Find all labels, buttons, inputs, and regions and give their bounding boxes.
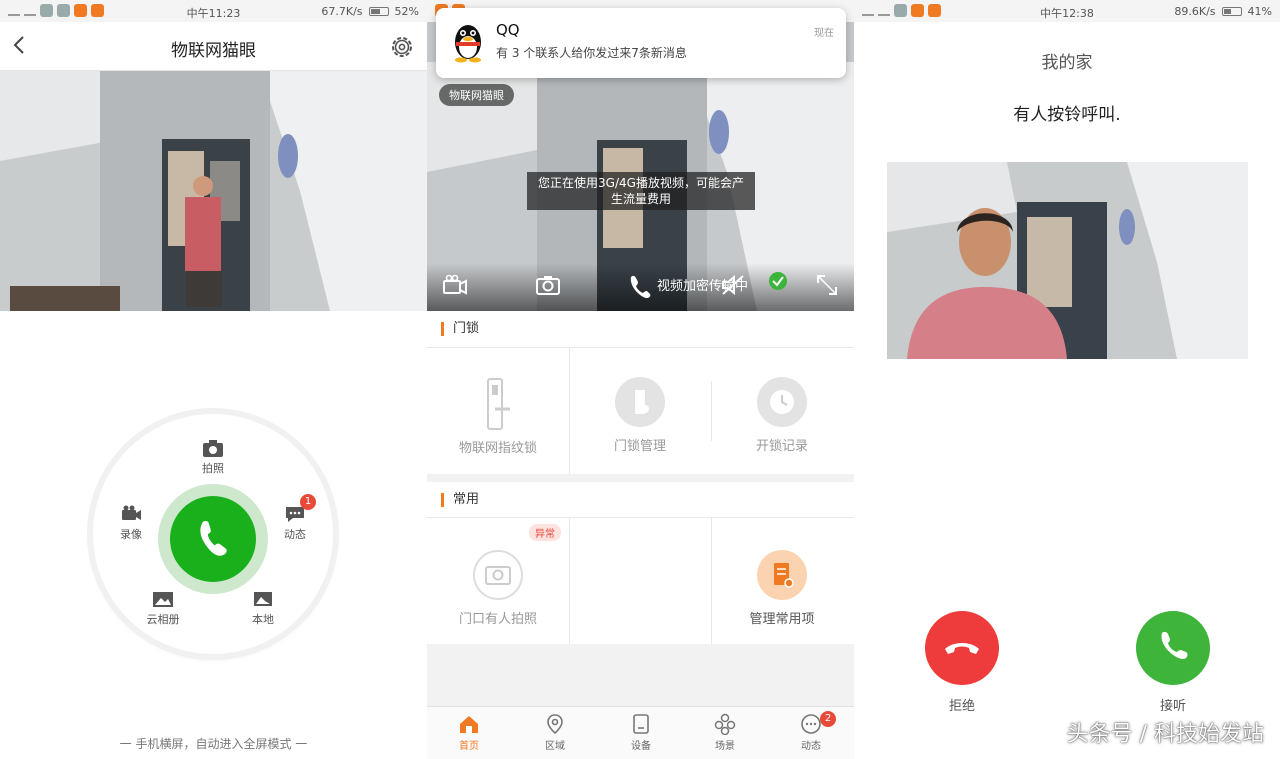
camera-icon — [473, 550, 523, 600]
doorway-photo-item[interactable]: 门口有人拍照 — [427, 550, 569, 627]
video-camera-icon[interactable] — [441, 273, 469, 297]
video-feed[interactable] — [0, 71, 427, 311]
battery-icon — [368, 7, 389, 16]
hang-up-icon — [945, 643, 979, 654]
notification-app: QQ — [496, 21, 520, 39]
tab-device[interactable]: 设备 — [611, 713, 671, 752]
activity-badge: 1 — [300, 494, 316, 510]
common-section: 常用 异常 门口有人拍照 管理常用项 — [427, 482, 854, 644]
local-button[interactable]: 本地 — [233, 589, 293, 627]
home-icon — [460, 716, 478, 733]
gear-icon[interactable] — [389, 34, 415, 60]
decline-button[interactable] — [925, 611, 999, 685]
battery-icon — [1221, 7, 1242, 16]
scene-icon — [714, 713, 736, 735]
device-icon — [633, 714, 649, 734]
door-lock-icon — [487, 378, 510, 430]
status-bar: 中午11:23 67.7K/s 52% — [0, 0, 427, 22]
status-time: 中午12:38 — [1040, 7, 1094, 20]
lock-manage-icon — [615, 377, 665, 427]
video-controls: 视频加密传输中 — [427, 263, 854, 311]
image-icon — [153, 592, 173, 607]
phone-icon[interactable] — [625, 273, 653, 299]
status-time: 中午11:23 — [186, 7, 241, 20]
record-button[interactable]: 录像 — [101, 504, 161, 542]
qq-notification[interactable]: QQ 有 3 个联系人给你发过来7条新消息 现在 — [436, 8, 846, 78]
decline-label: 拒绝 — [948, 699, 975, 714]
status-battery: 52% — [394, 5, 419, 18]
check-icon — [769, 272, 787, 290]
section-title-common: 常用 — [441, 493, 479, 507]
landscape-hint: 一 手机横屏，自动进入全屏模式 一 — [119, 737, 308, 751]
data-usage-warning: 您正在使用3G/4G播放视频，可能会产生流量费用 — [527, 172, 755, 210]
manage-common-item[interactable]: 管理常用项 — [711, 550, 853, 627]
activity-tab-badge: 2 — [820, 711, 836, 727]
caller-video — [887, 162, 1248, 359]
clock-icon — [757, 377, 807, 427]
location-icon — [547, 714, 563, 735]
notification-message: 有 3 个联系人给你发过来7条新消息 — [496, 46, 687, 60]
phone-icon — [1161, 631, 1188, 659]
answer-button[interactable] — [1136, 611, 1210, 685]
activity-button[interactable]: 动态 — [265, 504, 325, 542]
home-name: 我的家 — [1041, 53, 1093, 73]
photo-button[interactable]: 拍照 — [183, 438, 243, 476]
call-button[interactable] — [170, 496, 256, 582]
bottom-tab-bar: 首页 区域 设备 场景 动态 2 — [427, 706, 854, 759]
header: 物联网猫眼 — [0, 22, 427, 71]
section-title-lock: 门锁 — [441, 322, 479, 336]
manage-list-icon — [757, 550, 807, 600]
answer-label: 接听 — [1159, 699, 1186, 714]
mute-icon[interactable] — [719, 273, 747, 297]
gallery-icon — [254, 592, 272, 606]
camera-icon[interactable] — [534, 273, 562, 297]
abnormal-tag: 异常 — [529, 524, 561, 541]
fullscreen-icon[interactable] — [815, 273, 839, 297]
status-speed: 89.6K/s — [1174, 5, 1216, 18]
tab-area[interactable]: 区域 — [525, 713, 585, 752]
status-speed: 67.7K/s — [321, 5, 363, 18]
watermark: 头条号 / 科技始发站 — [1066, 722, 1264, 747]
panel-incoming-call: 中午12:38 89.6K/s 41% 我的家 有人按铃呼叫. 拒绝 接听 头条… — [854, 0, 1280, 759]
qq-penguin-icon — [455, 25, 481, 63]
status-bar: 中午12:38 89.6K/s 41% — [854, 0, 1280, 22]
phone-icon — [200, 521, 227, 556]
doorbell-message: 有人按铃呼叫. — [1013, 105, 1121, 125]
notification-time: 现在 — [814, 28, 834, 39]
control-dial: 拍照 录像 动态 1 云相册 本地 — [93, 414, 333, 654]
panel-peephole-view: 中午11:23 67.7K/s 52% 物联网猫眼 拍照 录像 动态 1 云相册… — [0, 0, 427, 759]
cloud-album-button[interactable]: 云相册 — [133, 589, 193, 627]
lock-management-item[interactable]: 门锁管理 — [569, 377, 711, 454]
panel-home-dashboard: QQ 有 3 个联系人给你发过来7条新消息 现在 物联网猫眼 您正在使用3G/4… — [427, 0, 854, 759]
video-source-tag: 物联网猫眼 — [439, 84, 514, 106]
door-lock-section: 门锁 物联网指纹锁 门锁管理 开锁记录 — [427, 311, 854, 474]
camera-icon — [203, 440, 223, 457]
tab-home[interactable]: 首页 — [439, 713, 499, 752]
page-title: 物联网猫眼 — [171, 41, 256, 61]
fingerprint-lock-item[interactable]: 物联网指纹锁 — [427, 377, 569, 456]
message-icon — [801, 714, 821, 734]
video-camera-icon — [122, 505, 141, 520]
status-battery: 41% — [1247, 5, 1272, 18]
tab-scene[interactable]: 场景 — [695, 713, 755, 752]
unlock-records-item[interactable]: 开锁记录 — [711, 377, 853, 454]
